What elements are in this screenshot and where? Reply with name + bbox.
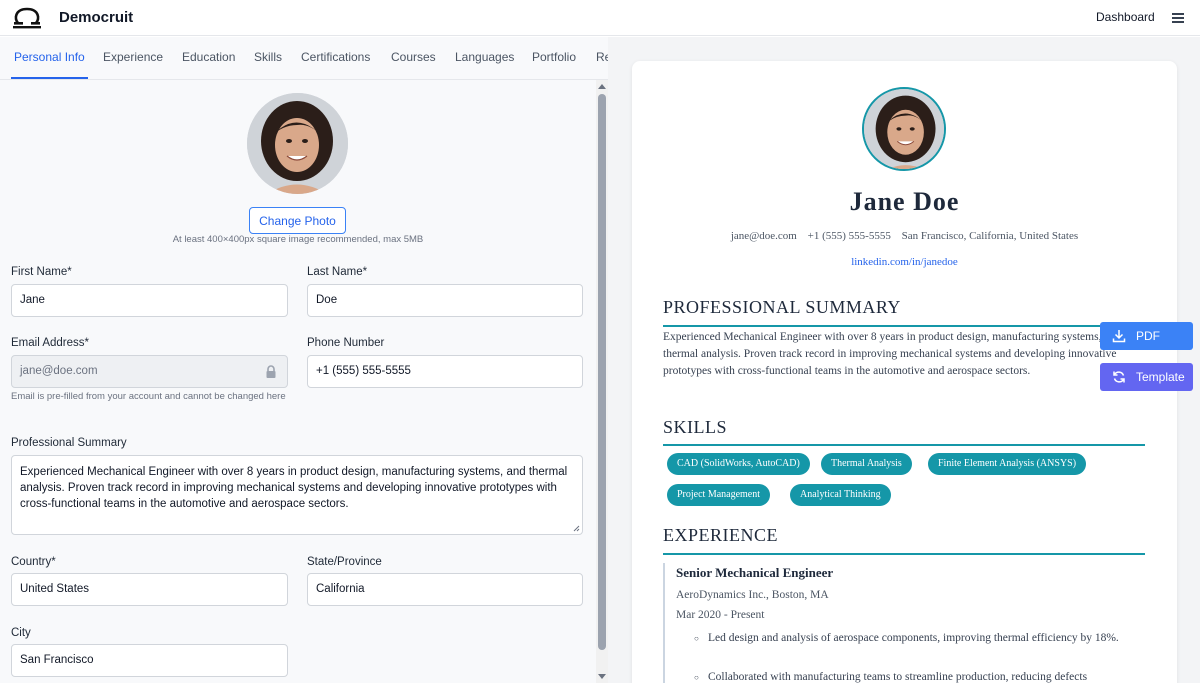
resume-paper: Jane Doe jane@doe.com +1 (555) 555-5555 … bbox=[632, 61, 1177, 683]
tab-skills[interactable]: Skills bbox=[254, 50, 282, 64]
skills-divider bbox=[663, 444, 1145, 446]
country-select[interactable]: United States bbox=[11, 573, 288, 606]
template-label: Template bbox=[1136, 370, 1185, 384]
email-note: Email is pre-filled from your account an… bbox=[11, 391, 286, 402]
active-tab-indicator bbox=[11, 77, 88, 79]
summary-label: Professional Summary bbox=[11, 437, 127, 449]
tab-courses[interactable]: Courses bbox=[391, 50, 436, 64]
profile-photo bbox=[247, 93, 348, 194]
summary-textarea[interactable]: Experienced Mechanical Engineer with ove… bbox=[11, 455, 583, 535]
scroll-thumb[interactable] bbox=[598, 94, 606, 650]
skill-chip: Thermal Analysis bbox=[821, 453, 912, 475]
email-value: jane@doe.com bbox=[20, 365, 98, 377]
skills-heading: SKILLS bbox=[663, 417, 728, 437]
change-photo-button[interactable]: Change Photo bbox=[249, 207, 346, 234]
phone-label: Phone Number bbox=[307, 337, 385, 349]
state-input[interactable]: California bbox=[307, 573, 583, 606]
email-label: Email Address* bbox=[11, 337, 89, 349]
skill-chip: Finite Element Analysis (ANSYS) bbox=[928, 453, 1087, 475]
pdf-download-button[interactable]: PDF bbox=[1100, 322, 1193, 350]
resume-location: San Francisco, California, United States bbox=[901, 230, 1079, 242]
resume-photo bbox=[862, 87, 946, 171]
tab-languages[interactable]: Languages bbox=[455, 50, 514, 64]
refresh-icon bbox=[1113, 371, 1125, 383]
last-name-input[interactable]: Doe bbox=[307, 284, 583, 317]
skill-chip: Project Management bbox=[667, 484, 771, 506]
state-label: State/Province bbox=[307, 556, 382, 568]
photo-hint: At least 400×400px square image recommen… bbox=[172, 234, 424, 245]
scroll-down-arrow-icon[interactable] bbox=[598, 674, 606, 679]
person-photo-icon bbox=[247, 93, 348, 194]
resume-linkedin-link[interactable]: linkedin.com/in/janedoe bbox=[632, 256, 1177, 268]
summary-text: Experienced Mechanical Engineer with ove… bbox=[20, 466, 568, 510]
lock-icon bbox=[266, 365, 276, 378]
tab-experience[interactable]: Experience bbox=[103, 50, 163, 64]
hamburger-menu-icon[interactable] bbox=[1172, 13, 1184, 23]
person-photo-icon bbox=[864, 89, 944, 169]
job-company: AeroDynamics Inc., Boston, MA bbox=[676, 589, 829, 601]
download-icon bbox=[1112, 330, 1126, 343]
tab-portfolio[interactable]: Portfolio bbox=[532, 50, 576, 64]
summary-heading: PROFESSIONAL SUMMARY bbox=[663, 297, 901, 317]
resume-preview-panel: Jane Doe jane@doe.com +1 (555) 555-5555 … bbox=[608, 37, 1200, 683]
resume-name: Jane Doe bbox=[849, 187, 960, 216]
last-name-label: Last Name* bbox=[307, 266, 368, 278]
resume-contact: jane@doe.com +1 (555) 555-5555 San Franc… bbox=[632, 230, 1177, 242]
experience-divider bbox=[663, 553, 1145, 555]
experience-timeline-bar bbox=[663, 563, 665, 683]
template-button[interactable]: Template bbox=[1100, 363, 1193, 391]
experience-heading: EXPERIENCE bbox=[663, 525, 778, 545]
first-name-label: First Name* bbox=[11, 266, 72, 278]
top-bar: Democruit Dashboard bbox=[0, 0, 1200, 36]
tab-certifications[interactable]: Certifications bbox=[301, 50, 370, 64]
scales-logo-icon[interactable] bbox=[12, 5, 42, 29]
skill-chip: CAD (SolidWorks, AutoCAD) bbox=[667, 453, 810, 475]
resume-summary: Experienced Mechanical Engineer with ove… bbox=[663, 331, 1121, 377]
resume-phone: +1 (555) 555-5555 bbox=[807, 230, 891, 242]
city-label: City bbox=[11, 627, 31, 639]
job-bullet: Collaborated with manufacturing teams to… bbox=[694, 669, 1144, 683]
first-name-input[interactable]: Jane bbox=[11, 284, 288, 317]
country-label: Country* bbox=[11, 556, 56, 568]
pdf-label: PDF bbox=[1136, 329, 1160, 343]
summary-divider bbox=[663, 325, 1145, 327]
tab-education[interactable]: Education bbox=[182, 50, 235, 64]
dashboard-link[interactable]: Dashboard bbox=[1096, 10, 1155, 24]
skill-chip: Analytical Thinking bbox=[790, 484, 891, 506]
resize-handle-icon[interactable] bbox=[573, 525, 580, 532]
brand-name[interactable]: Democruit bbox=[59, 9, 133, 26]
city-input[interactable]: San Francisco bbox=[11, 644, 288, 677]
phone-input[interactable]: +1 (555) 555-5555 bbox=[307, 355, 583, 388]
editor-panel: Personal Info Experience Education Skill… bbox=[0, 37, 608, 683]
job-title: Senior Mechanical Engineer bbox=[676, 565, 834, 580]
email-input[interactable]: jane@doe.com bbox=[11, 355, 288, 388]
job-dates: Mar 2020 - Present bbox=[676, 609, 765, 621]
job-bullet: Led design and analysis of aerospace com… bbox=[694, 630, 1144, 647]
tab-personal-info[interactable]: Personal Info bbox=[14, 50, 85, 64]
section-tabs: Personal Info Experience Education Skill… bbox=[0, 37, 608, 80]
editor-scrollbar[interactable] bbox=[596, 80, 608, 683]
resume-email: jane@doe.com bbox=[730, 230, 797, 242]
tab-truncated[interactable]: Re bbox=[596, 50, 608, 64]
scroll-up-arrow-icon[interactable] bbox=[598, 84, 606, 89]
